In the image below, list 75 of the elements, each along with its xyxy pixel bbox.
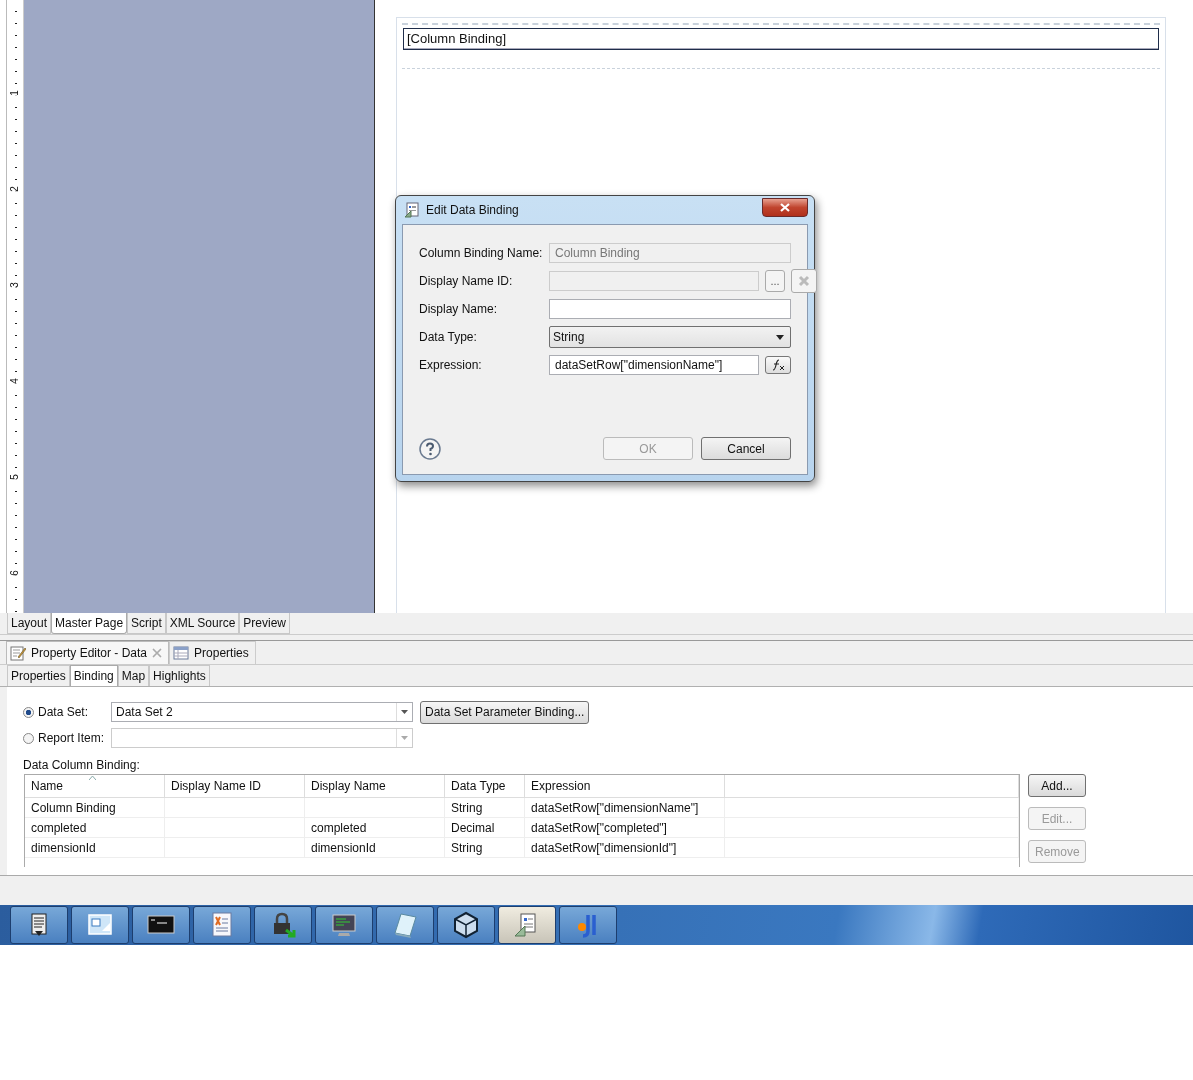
field-label: Data Type: bbox=[419, 330, 478, 344]
taskbar-button[interactable] bbox=[71, 906, 129, 944]
property-tab[interactable]: Map bbox=[117, 665, 150, 686]
table-cell: completed bbox=[25, 818, 165, 837]
column-header[interactable]: Display Name ID bbox=[165, 775, 305, 797]
data-set-dropdown[interactable]: Data Set 2 bbox=[111, 702, 413, 722]
table-cell: Decimal bbox=[445, 818, 525, 837]
table-cell: dimensionId bbox=[25, 838, 165, 857]
property-tab[interactable]: Highlights bbox=[149, 665, 210, 686]
editor-tab[interactable]: Script bbox=[127, 613, 166, 634]
editor-tab[interactable]: Layout bbox=[7, 613, 52, 634]
editor-tab[interactable]: Preview bbox=[239, 613, 291, 634]
parameter-binding-button[interactable]: Data Set Parameter Binding... bbox=[420, 700, 590, 724]
dialog-title: Edit Data Binding bbox=[426, 203, 519, 217]
taskbar-button[interactable] bbox=[498, 906, 556, 944]
radio-label: Report Item: bbox=[38, 731, 106, 745]
column-header[interactable]: Data Type bbox=[445, 775, 525, 797]
expression-builder-button[interactable] bbox=[765, 356, 791, 374]
column-header[interactable]: Display Name bbox=[305, 775, 445, 797]
table-cell: String bbox=[445, 838, 525, 857]
taskbar-button[interactable] bbox=[376, 906, 434, 944]
dialog-button[interactable]: Cancel bbox=[701, 437, 791, 460]
ruler-number: 4 bbox=[10, 378, 20, 384]
data-item[interactable]: [Column Binding] bbox=[403, 28, 1159, 50]
report-icon bbox=[404, 202, 420, 218]
text-field[interactable] bbox=[549, 299, 791, 319]
close-button[interactable] bbox=[762, 197, 808, 217]
field-label: Display Name: bbox=[419, 302, 499, 316]
radio-button[interactable] bbox=[23, 706, 34, 718]
editor-tab[interactable]: Master Page bbox=[51, 613, 128, 634]
taskbar-button[interactable] bbox=[193, 906, 251, 944]
column-header[interactable]: Expression bbox=[525, 775, 725, 797]
close-icon bbox=[780, 202, 790, 212]
table-cell: String bbox=[445, 798, 525, 817]
taskbar-button[interactable] bbox=[132, 906, 190, 944]
monitor-icon bbox=[330, 911, 358, 939]
view-tab[interactable]: Property Editor - Data bbox=[6, 641, 170, 664]
taskbar-button[interactable] bbox=[254, 906, 312, 944]
ruler-number: 1 bbox=[10, 90, 20, 96]
table-cell: completed bbox=[305, 818, 445, 837]
ruler-number: 6 bbox=[10, 570, 20, 576]
table-cell: Column Binding bbox=[25, 798, 165, 817]
taskbar-button[interactable] bbox=[437, 906, 495, 944]
caret-icon bbox=[401, 710, 408, 714]
table-icon bbox=[173, 646, 190, 660]
table-cell: dataSetRow["dimensionId"] bbox=[525, 838, 725, 857]
help-icon[interactable] bbox=[419, 437, 441, 460]
sort-caret-icon bbox=[89, 776, 96, 780]
property-tab[interactable]: Properties bbox=[7, 665, 70, 686]
ruler-number: 5 bbox=[10, 474, 20, 480]
edit-icon bbox=[10, 645, 26, 661]
column-header[interactable]: Name bbox=[25, 775, 165, 797]
caret-icon bbox=[776, 334, 784, 340]
notepad-icon bbox=[391, 911, 419, 939]
cross-icon bbox=[798, 275, 810, 287]
cube-icon bbox=[452, 911, 480, 939]
function-icon bbox=[770, 359, 786, 371]
table-cell: dataSetRow["completed"] bbox=[525, 818, 725, 837]
field-label: Column Binding Name: bbox=[419, 246, 544, 260]
table-cell: dimensionId bbox=[305, 838, 445, 857]
field-label: Display Name ID: bbox=[419, 274, 514, 288]
ruler-number: 2 bbox=[10, 186, 20, 192]
property-tab[interactable]: Binding bbox=[69, 665, 118, 686]
field-label: Expression: bbox=[419, 358, 483, 372]
data-type-dropdown[interactable]: String bbox=[549, 326, 791, 348]
radio-label: Data Set: bbox=[38, 705, 90, 719]
expression-field[interactable]: dataSetRow["dimensionName"] bbox=[549, 355, 759, 375]
taskbar-button[interactable] bbox=[10, 906, 68, 944]
view-tab[interactable]: Properties bbox=[169, 641, 256, 664]
table-cell: dataSetRow["dimensionName"] bbox=[525, 798, 725, 817]
table-button[interactable]: Add... bbox=[1028, 774, 1086, 797]
section-label: Data Column Binding: bbox=[23, 758, 141, 774]
editor-tab[interactable]: XML Source bbox=[165, 613, 240, 634]
ruler-number: 3 bbox=[10, 282, 20, 288]
caret-icon bbox=[401, 736, 408, 740]
